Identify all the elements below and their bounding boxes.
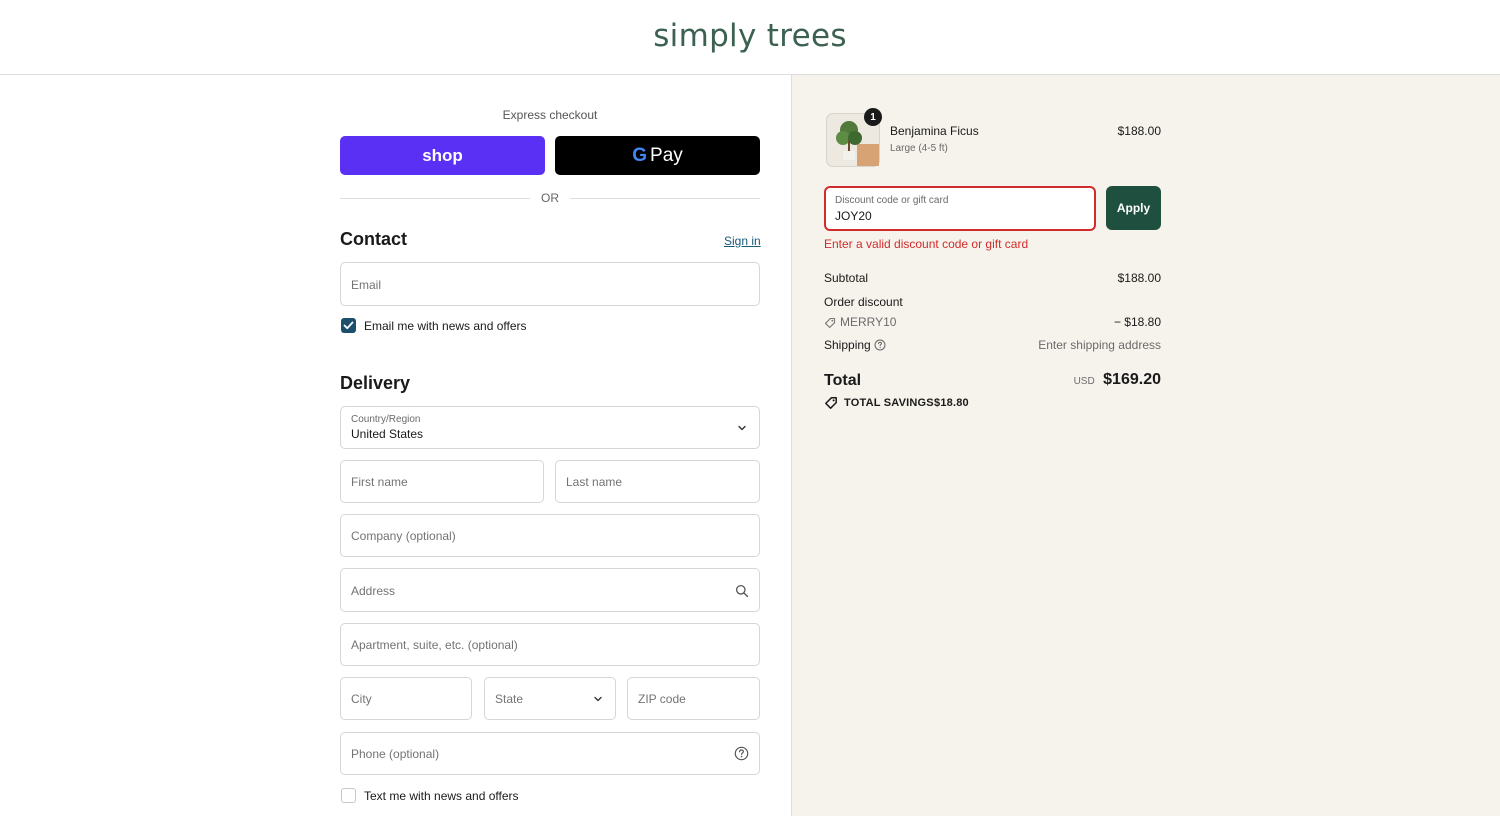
- country-value: United States: [351, 427, 424, 441]
- help-circle-icon[interactable]: [734, 746, 749, 761]
- product-variant: Large (4-5 ft): [890, 143, 948, 154]
- discount-amount: − $18.80: [1113, 315, 1161, 329]
- express-checkout-label: Express checkout: [502, 108, 598, 122]
- checkout-form-panel: Express checkout shop G Pay OR Contact S…: [0, 75, 791, 816]
- apply-button[interactable]: Apply: [1106, 186, 1161, 230]
- google-pay-button[interactable]: G Pay: [555, 136, 760, 175]
- or-label: OR: [541, 191, 559, 205]
- country-label: Country/Region: [351, 414, 421, 425]
- help-circle-icon[interactable]: [874, 339, 886, 351]
- discount-code-label: Discount code or gift card: [835, 195, 949, 206]
- subtotal-value: $188.00: [1117, 271, 1161, 285]
- order-discount-label: Order discount: [824, 295, 903, 309]
- contact-heading: Contact: [340, 229, 407, 249]
- product-name: Benjamina Ficus: [890, 124, 979, 138]
- total-savings-value: $18.80: [934, 397, 969, 409]
- shipping-label: Shipping: [824, 338, 871, 352]
- product-price: $188.00: [1117, 124, 1161, 138]
- first-name-placeholder: First name: [351, 475, 408, 489]
- country-select[interactable]: Country/Region United States: [340, 406, 760, 449]
- state-placeholder: State: [495, 692, 524, 706]
- order-summary-panel: 1 Benjamina Ficus Large (4-5 ft) $188.00…: [791, 75, 1500, 816]
- chevron-down-icon: [594, 696, 602, 702]
- apartment-field[interactable]: Apartment, suite, etc. (optional): [340, 623, 760, 666]
- zip-code-field[interactable]: ZIP code: [627, 677, 760, 720]
- phone-field[interactable]: Phone (optional): [340, 732, 760, 775]
- google-pay-label: Pay: [650, 144, 683, 166]
- first-name-field[interactable]: First name: [340, 460, 544, 503]
- shipping-value: Enter shipping address: [1038, 338, 1161, 352]
- currency-code: USD: [1073, 376, 1095, 387]
- apartment-placeholder: Apartment, suite, etc. (optional): [351, 638, 518, 652]
- address-field[interactable]: Address: [340, 568, 760, 612]
- quantity-badge: 1: [864, 108, 882, 126]
- email-news-label: Email me with news and offers: [364, 319, 527, 333]
- sign-in-link[interactable]: Sign in: [724, 234, 761, 248]
- text-news-label: Text me with news and offers: [364, 789, 519, 803]
- chevron-down-icon: [738, 425, 746, 431]
- last-name-placeholder: Last name: [566, 475, 623, 489]
- address-placeholder: Address: [351, 584, 396, 598]
- email-field[interactable]: Email: [340, 262, 760, 306]
- discount-code-value: JOY20: [835, 209, 872, 223]
- subtotal-label: Subtotal: [824, 271, 869, 285]
- checkmark-icon: [343, 321, 354, 330]
- state-select[interactable]: State: [484, 677, 616, 720]
- email-news-checkbox[interactable]: [341, 318, 356, 333]
- shop-pay-label: shop: [422, 145, 463, 165]
- text-news-checkbox[interactable]: [341, 788, 356, 803]
- discount-error-message: Enter a valid discount code or gift card: [824, 237, 1029, 251]
- savings-tag-icon: [825, 397, 837, 409]
- logo[interactable]: simply trees: [0, 18, 1500, 54]
- last-name-field[interactable]: Last name: [555, 460, 760, 503]
- city-field[interactable]: City: [340, 677, 472, 720]
- or-divider-left: [340, 198, 530, 199]
- delivery-heading: Delivery: [340, 373, 411, 393]
- discount-code-field[interactable]: Discount code or gift card JOY20: [824, 186, 1096, 231]
- city-placeholder: City: [351, 692, 372, 706]
- company-field[interactable]: Company (optional): [340, 514, 760, 557]
- shop-pay-button[interactable]: shop: [340, 136, 545, 175]
- email-placeholder: Email: [351, 278, 382, 292]
- company-placeholder: Company (optional): [351, 529, 456, 543]
- phone-placeholder: Phone (optional): [351, 747, 440, 761]
- zip-code-placeholder: ZIP code: [638, 692, 686, 706]
- search-icon[interactable]: [735, 584, 749, 598]
- header: simply trees: [0, 0, 1500, 75]
- total-value: $169.20: [1103, 371, 1161, 388]
- google-g-icon: G: [632, 144, 648, 166]
- total-amount: USD $169.20: [981, 371, 1161, 389]
- total-savings-label: TOTAL SAVINGS: [844, 397, 934, 409]
- discount-code-tag: MERRY10: [840, 315, 897, 329]
- or-divider-right: [570, 198, 760, 199]
- tag-icon: [824, 317, 836, 329]
- total-label: Total: [824, 372, 862, 389]
